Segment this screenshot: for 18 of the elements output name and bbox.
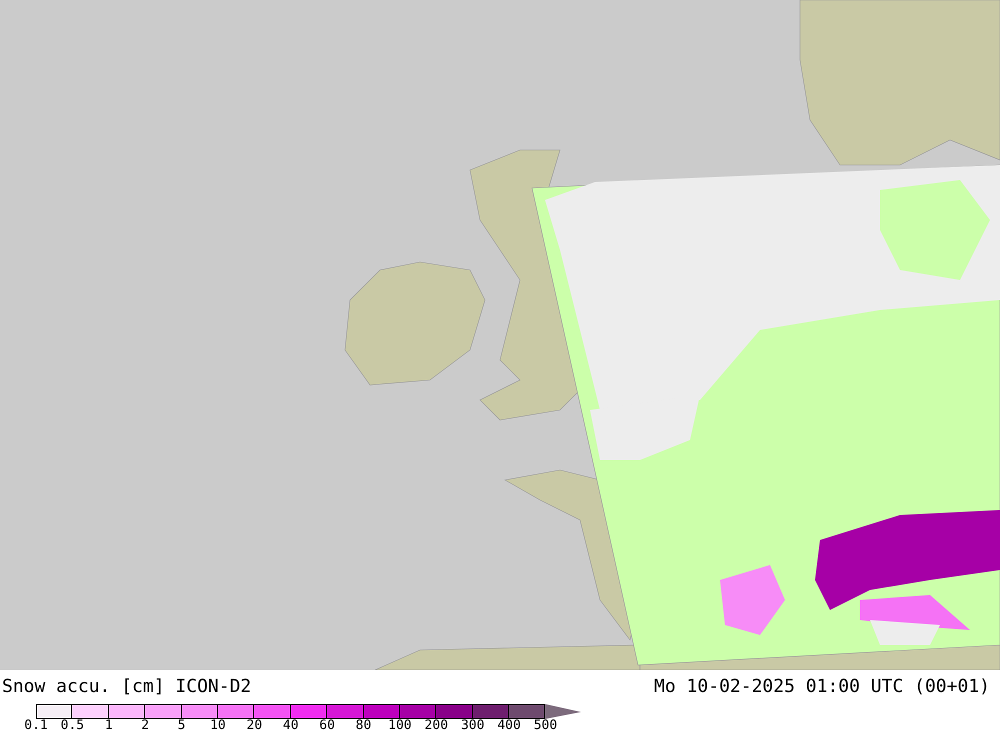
legend-tick-label: 300 [460, 719, 486, 733]
legend-tick-label: 40 [282, 719, 300, 733]
legend-tick-label: 0.5 [60, 719, 86, 733]
legend-tick-label: 60 [318, 719, 336, 733]
legend-tick-label: 20 [246, 719, 264, 733]
legend-tick-label: 80 [354, 719, 372, 733]
valid-time: Mo 10-02-2025 01:00 UTC (00+01) [654, 676, 990, 696]
legend-tick-label: 1 [104, 719, 114, 733]
legend-tick-label: 100 [387, 719, 413, 733]
legend-tick-label: 10 [209, 719, 227, 733]
legend-tick-label: 0.1 [23, 719, 49, 733]
legend-arrow-icon [545, 704, 582, 719]
legend-tick-label: 5 [176, 719, 186, 733]
legend-tick-label: 400 [496, 719, 522, 733]
map-title: Snow accu. [cm] ICON-D2 [2, 676, 252, 696]
legend-tick-label: 2 [140, 719, 150, 733]
legend-tick-label: 200 [424, 719, 450, 733]
legend-tick-label: 500 [532, 719, 558, 733]
